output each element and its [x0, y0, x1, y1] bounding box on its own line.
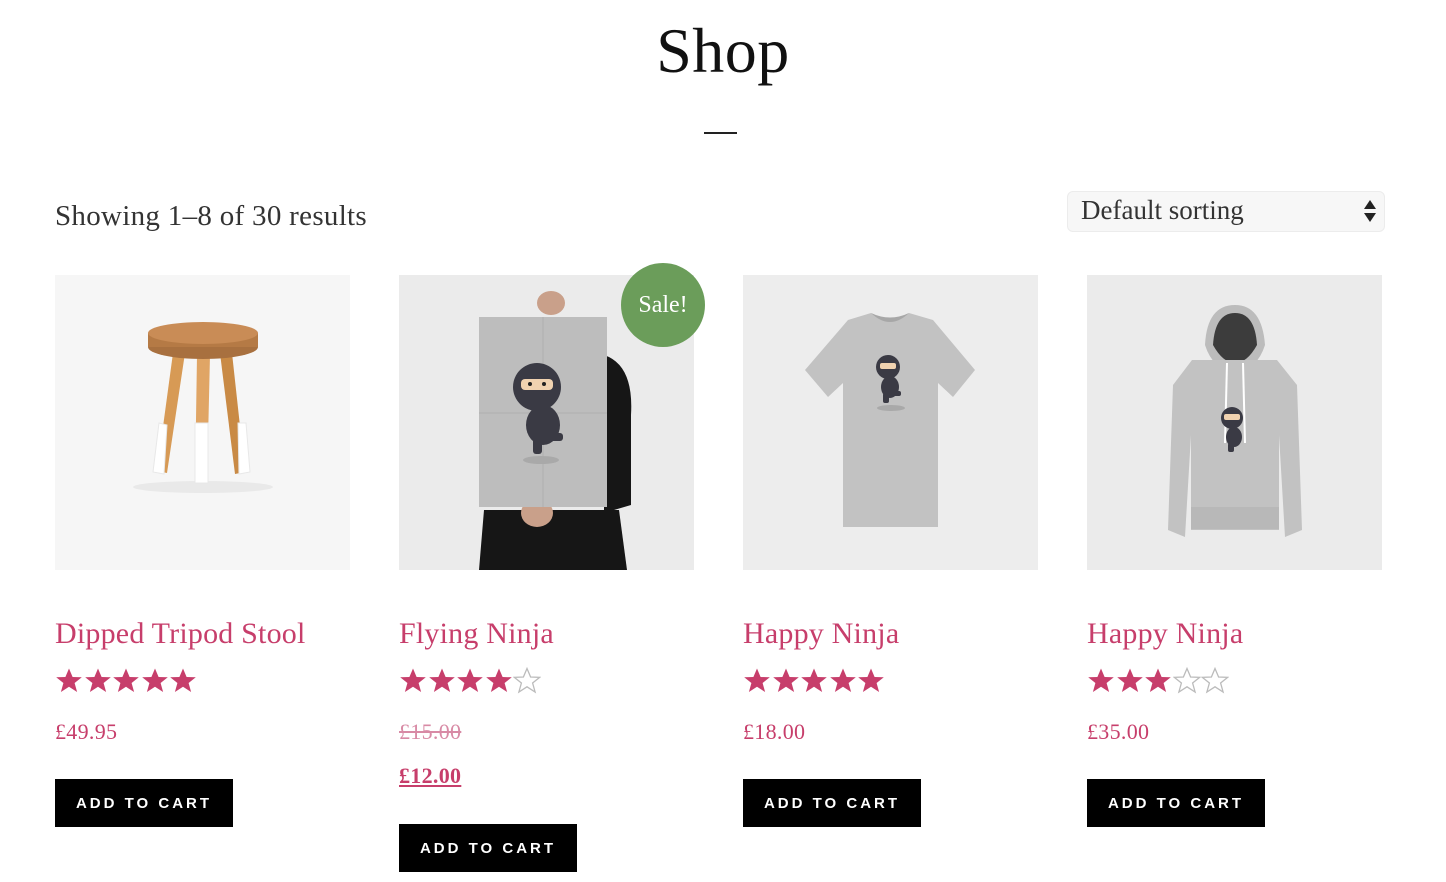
product-price: £49.95 [55, 719, 118, 744]
add-to-cart-button[interactable]: ADD TO CART [1087, 779, 1265, 827]
star-filled-icon [1088, 668, 1114, 692]
add-to-cart-button[interactable]: ADD TO CART [399, 824, 577, 872]
star-empty-icon [513, 667, 541, 694]
star-filled-icon [84, 668, 111, 692]
product-price: £18.00 [743, 719, 806, 744]
product-image-stool[interactable] [55, 275, 350, 570]
star-filled-icon [744, 668, 770, 692]
star-rating [399, 667, 559, 695]
add-to-cart-button[interactable]: ADD TO CART [743, 779, 921, 827]
star-filled-icon [1116, 668, 1143, 692]
star-filled-icon [56, 668, 82, 692]
page-title: Shop [656, 15, 790, 86]
star-filled-icon [400, 668, 426, 692]
product-image-tshirt[interactable] [743, 275, 1038, 570]
sale-badge: Sale! [621, 263, 705, 347]
title-divider [704, 132, 737, 134]
add-to-cart-button[interactable]: ADD TO CART [55, 779, 233, 827]
star-filled-icon [1145, 668, 1171, 692]
product-title[interactable]: Happy Ninja [1087, 617, 1243, 651]
star-filled-icon [170, 668, 196, 692]
sort-select[interactable]: Default sorting [1067, 191, 1385, 232]
product-sale-price: £12.00 [399, 763, 462, 788]
star-filled-icon [113, 668, 139, 692]
product-title[interactable]: Flying Ninja [399, 617, 554, 651]
star-filled-icon [801, 668, 827, 692]
sort-arrows-icon [1364, 200, 1376, 222]
sort-select-value: Default sorting [1081, 195, 1244, 225]
product-image-hoodie[interactable] [1087, 275, 1382, 570]
star-rating [55, 667, 215, 695]
product-title[interactable]: Happy Ninja [743, 617, 899, 651]
star-filled-icon [428, 668, 455, 692]
product-title[interactable]: Dipped Tripod Stool [55, 617, 306, 651]
star-filled-icon [858, 668, 884, 692]
star-filled-icon [457, 668, 483, 692]
star-rating [1087, 667, 1247, 695]
product-price: £35.00 [1087, 719, 1150, 744]
star-filled-icon [772, 668, 799, 692]
star-empty-icon [1201, 667, 1229, 694]
star-filled-icon [485, 668, 512, 692]
star-empty-icon [1172, 667, 1201, 694]
result-count: Showing 1–8 of 30 results [55, 200, 367, 232]
star-filled-icon [141, 668, 168, 692]
product-old-price: £15.00 [399, 719, 462, 744]
star-filled-icon [829, 668, 856, 692]
star-rating [743, 667, 903, 695]
